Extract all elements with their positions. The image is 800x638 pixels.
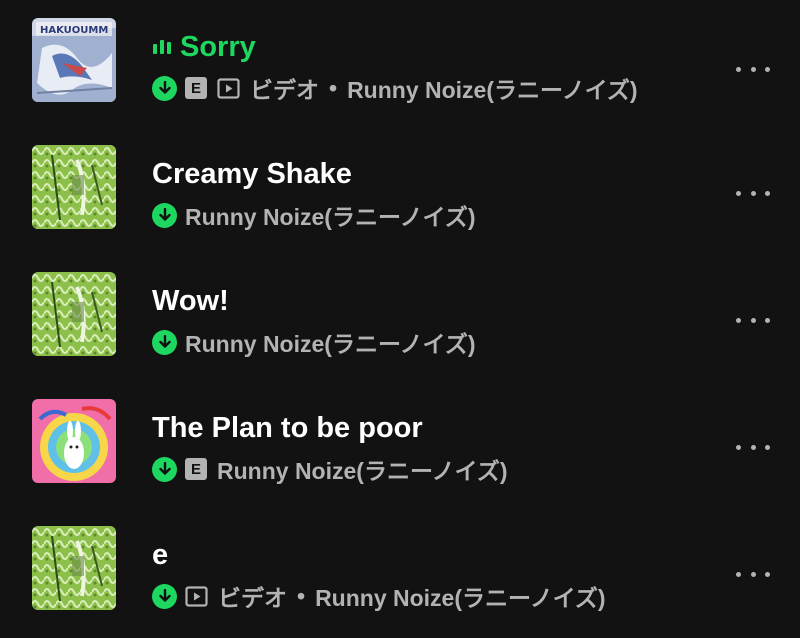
download-icon	[152, 202, 177, 228]
video-icon	[217, 77, 240, 99]
download-icon	[152, 329, 177, 355]
download-icon	[152, 456, 177, 482]
equalizer-icon	[152, 28, 172, 62]
track-row[interactable]: Wow! Runny Noize(ラニーノイズ)	[0, 258, 800, 368]
more-options-button[interactable]	[736, 437, 770, 457]
track-row[interactable]: The Plan to be poor E Runny Noize(ラニーノイズ…	[0, 385, 800, 495]
more-options-button[interactable]	[736, 183, 770, 203]
album-art-green	[32, 272, 116, 356]
track-meta: E ビデオ • Runny Noize(ラニーノイズ)	[152, 74, 638, 103]
more-icon	[736, 571, 741, 577]
separator-dot: •	[297, 582, 306, 609]
more-icon	[736, 317, 741, 323]
more-icon	[736, 66, 741, 72]
download-icon	[152, 75, 177, 101]
track-meta: Runny Noize(ラニーノイズ)	[152, 202, 476, 230]
artist-name[interactable]: Runny Noize(ラニーノイズ)	[347, 71, 638, 105]
more-icon	[736, 444, 741, 450]
track-row[interactable]: HAKUOUMM Sorry E ビデオ • Runny Noize(ラニーノイ…	[0, 4, 800, 114]
separator-dot: •	[329, 74, 338, 101]
album-art-green	[32, 145, 116, 229]
more-icon	[736, 190, 741, 196]
track-list: HAKUOUMM Sorry E ビデオ • Runny Noize(ラニーノイ…	[0, 0, 800, 638]
more-options-button[interactable]	[736, 59, 770, 79]
album-art-hakuoshin: HAKUOUMM	[32, 18, 116, 102]
track-row[interactable]: Creamy Shake Runny Noize(ラニーノイズ)	[0, 131, 800, 241]
track-title[interactable]: The Plan to be poor	[152, 411, 423, 445]
more-options-button[interactable]	[736, 310, 770, 330]
video-label: ビデオ	[218, 585, 287, 611]
artist-name[interactable]: Runny Noize(ラニーノイズ)	[185, 198, 476, 232]
track-meta: ビデオ • Runny Noize(ラニーノイズ)	[152, 582, 606, 611]
artist-name[interactable]: Runny Noize(ラニーノイズ)	[185, 325, 476, 359]
svg-text:HAKUOUMM: HAKUOUMM	[40, 25, 108, 36]
more-options-button[interactable]	[736, 564, 770, 584]
track-meta: E Runny Noize(ラニーノイズ)	[152, 456, 508, 484]
track-title-text: Sorry	[180, 31, 256, 63]
track-row[interactable]: e ビデオ • Runny Noize(ラニーノイズ)	[0, 512, 800, 622]
album-art-rabbit	[32, 399, 116, 483]
download-icon	[152, 583, 177, 609]
explicit-icon: E	[185, 458, 207, 480]
video-icon	[185, 585, 208, 607]
track-title[interactable]: Wow!	[152, 284, 229, 318]
artist-name[interactable]: Runny Noize(ラニーノイズ)	[217, 452, 508, 486]
explicit-icon: E	[185, 77, 207, 99]
artist-name[interactable]: Runny Noize(ラニーノイズ)	[315, 579, 606, 613]
track-title[interactable]: Creamy Shake	[152, 157, 352, 191]
album-art-green	[32, 526, 116, 610]
track-title[interactable]: e	[152, 538, 168, 572]
track-meta: Runny Noize(ラニーノイズ)	[152, 329, 476, 357]
video-label: ビデオ	[250, 77, 319, 103]
track-title[interactable]: Sorry	[152, 30, 256, 65]
